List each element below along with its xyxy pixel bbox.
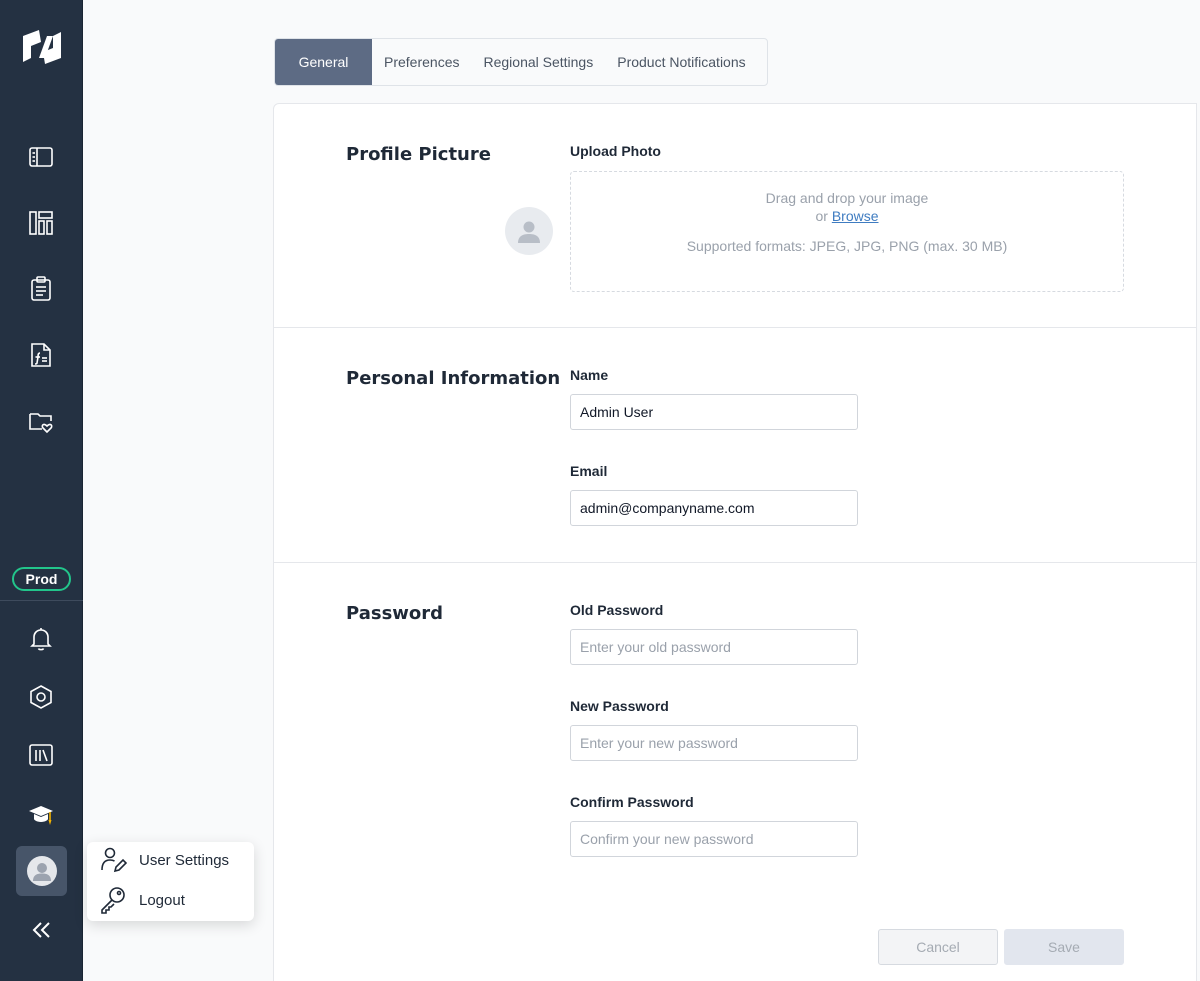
bell-icon[interactable]: [24, 622, 58, 656]
dropzone-or-text: or: [815, 208, 828, 224]
graduation-cap-icon[interactable]: [24, 797, 58, 831]
avatar: [26, 856, 57, 886]
menu-item-label: User Settings: [139, 851, 230, 869]
supported-formats-text: Supported formats: JPEG, JPG, PNG (max. …: [686, 238, 1008, 254]
email-label: Email: [570, 463, 608, 479]
new-password-label: New Password: [570, 698, 669, 714]
confirm-password-field[interactable]: [570, 821, 858, 857]
chevrons-left-icon: [32, 922, 50, 938]
menu-item-user-settings[interactable]: User Settings: [87, 842, 254, 878]
tab-product-notifications[interactable]: Product Notifications: [605, 39, 757, 85]
clipboard-list-icon[interactable]: [24, 272, 58, 306]
sidebar-divider: [0, 600, 83, 601]
environment-badge: Prod: [12, 567, 71, 591]
dashboard-layout-icon[interactable]: [24, 206, 58, 240]
user-avatar-button[interactable]: [16, 846, 67, 896]
key-icon: [101, 887, 125, 914]
collapse-sidebar-button[interactable]: [28, 918, 56, 942]
email-field[interactable]: [570, 490, 858, 526]
browse-link[interactable]: Browse: [832, 208, 879, 224]
hexagon-settings-icon[interactable]: [24, 680, 58, 714]
cancel-button[interactable]: Cancel: [878, 929, 998, 965]
photo-dropzone[interactable]: Drag and drop your image or Browse Suppo…: [570, 171, 1124, 292]
settings-tabs: General Preferences Regional Settings Pr…: [274, 38, 768, 86]
tab-preferences[interactable]: Preferences: [372, 39, 471, 85]
menu-item-logout[interactable]: Logout: [87, 882, 254, 918]
dropzone-browse-line: or Browse: [571, 208, 1123, 224]
old-password-label: Old Password: [570, 602, 664, 618]
upload-photo-label: Upload Photo: [570, 143, 661, 159]
dropzone-text: Drag and drop your image: [765, 190, 929, 206]
profile-picture-title: Profile Picture: [346, 144, 491, 165]
profile-avatar-placeholder: [505, 207, 553, 255]
section-divider: [274, 562, 1197, 563]
book-open-icon[interactable]: [24, 140, 58, 174]
menu-item-label: Logout: [139, 891, 185, 909]
tab-general[interactable]: General: [275, 39, 372, 85]
sidebar: Prod: [0, 0, 83, 981]
section-divider: [274, 327, 1197, 328]
library-icon[interactable]: [24, 738, 58, 772]
personal-information-title: Personal Information: [346, 368, 561, 389]
confirm-password-label: Confirm Password: [570, 794, 694, 810]
password-title: Password: [346, 603, 444, 624]
company-logo[interactable]: [17, 28, 67, 66]
old-password-field[interactable]: [570, 629, 858, 665]
user-menu: User Settings Logout: [87, 842, 254, 921]
folder-heart-icon[interactable]: [24, 404, 58, 438]
settings-card: Profile Picture Upload Photo Drag and dr…: [273, 103, 1197, 981]
save-button[interactable]: Save: [1004, 929, 1124, 965]
tab-regional-settings[interactable]: Regional Settings: [471, 39, 605, 85]
formula-document-icon[interactable]: [24, 338, 58, 372]
user-icon: [518, 221, 540, 243]
new-password-field[interactable]: [570, 725, 858, 761]
name-field[interactable]: [570, 394, 858, 430]
user-edit-icon: [101, 847, 127, 873]
name-label: Name: [570, 367, 609, 383]
